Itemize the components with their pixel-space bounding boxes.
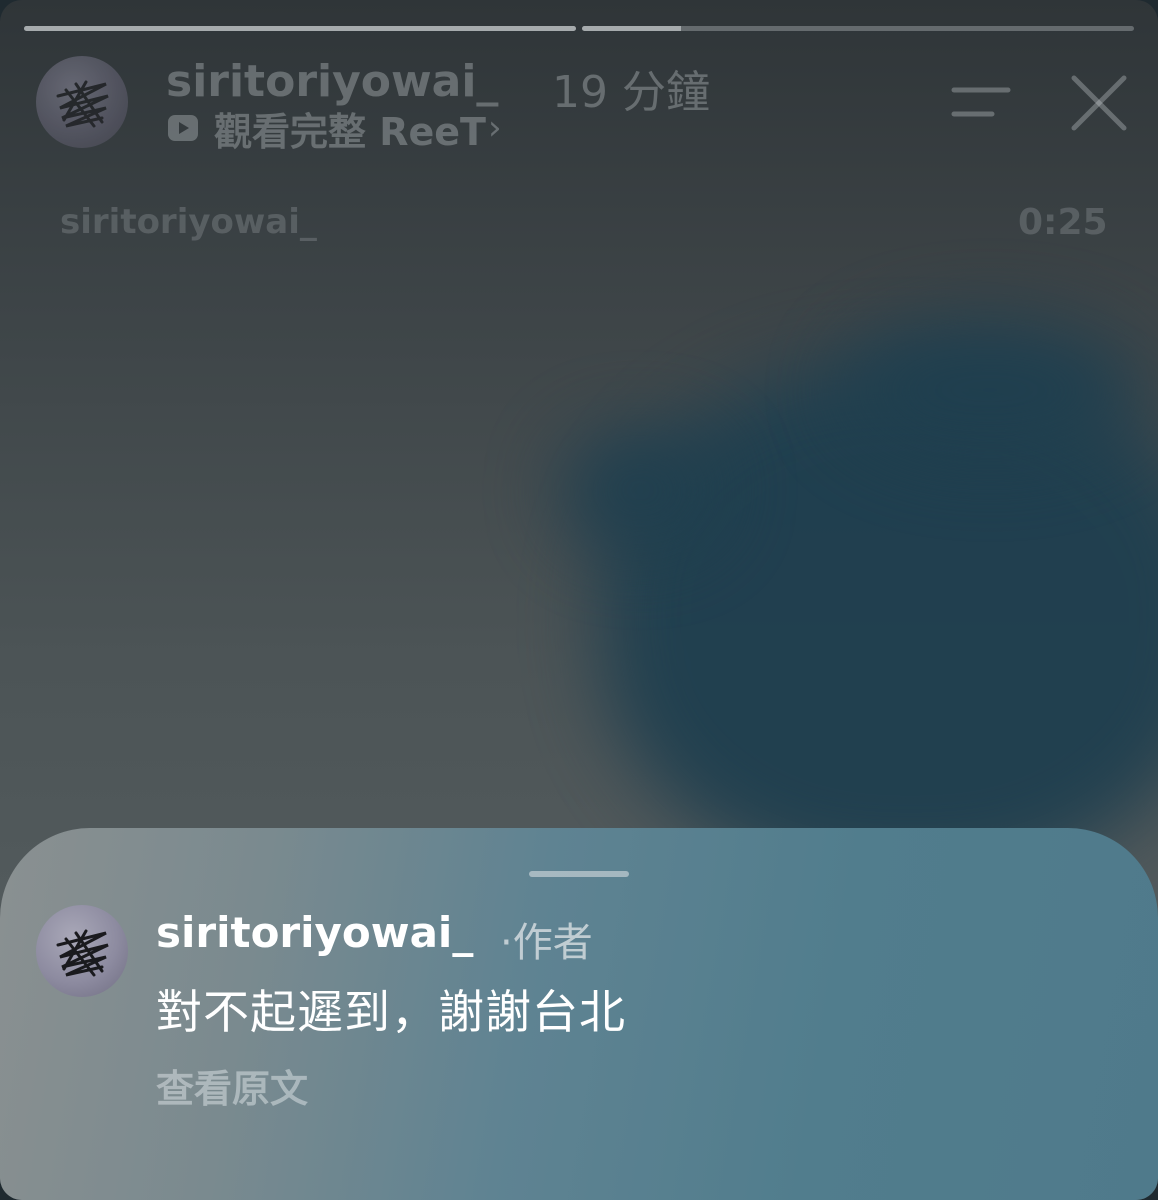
- story-progress-fill-1: [24, 26, 576, 31]
- comment-author-name[interactable]: siritoriyowai_: [156, 908, 473, 957]
- video-username-watermark: siritoriyowai_: [60, 202, 317, 242]
- story-viewer: siritoriyowai_ 19 分鐘 觀看完整 ReeT › siritor…: [0, 0, 1158, 1200]
- see-original-button[interactable]: 查看原文: [156, 1058, 308, 1113]
- sheet-grabber-handle[interactable]: [529, 871, 629, 877]
- story-time-ago: 19 分鐘: [552, 67, 710, 118]
- watch-full-reel-link[interactable]: 觀看完整 ReeT ›: [166, 104, 502, 154]
- play-icon: [168, 115, 198, 141]
- avatar-scribble: [56, 80, 109, 128]
- comment-text: 對不起遲到，謝謝台北: [156, 985, 626, 1039]
- story-progress-fill-2: [582, 26, 682, 31]
- menu-icon[interactable]: [950, 84, 1012, 120]
- avatar-scribble: [56, 929, 109, 977]
- author-badge: ·作者: [500, 920, 593, 966]
- close-icon[interactable]: [1068, 72, 1130, 134]
- watch-full-reel-label: 觀看完整 ReeT: [214, 109, 486, 154]
- story-progress-bar-1: [24, 26, 576, 31]
- avatar[interactable]: [36, 56, 128, 148]
- story-username[interactable]: siritoriyowai_: [166, 56, 498, 107]
- story-progress-bar-2: [582, 26, 1134, 31]
- background-blur-shape: [560, 430, 720, 550]
- comment-avatar[interactable]: [36, 905, 128, 997]
- background-blur-shape: [840, 320, 1140, 460]
- video-duration: 0:25: [1018, 202, 1108, 243]
- chevron-right-icon: ›: [487, 108, 502, 148]
